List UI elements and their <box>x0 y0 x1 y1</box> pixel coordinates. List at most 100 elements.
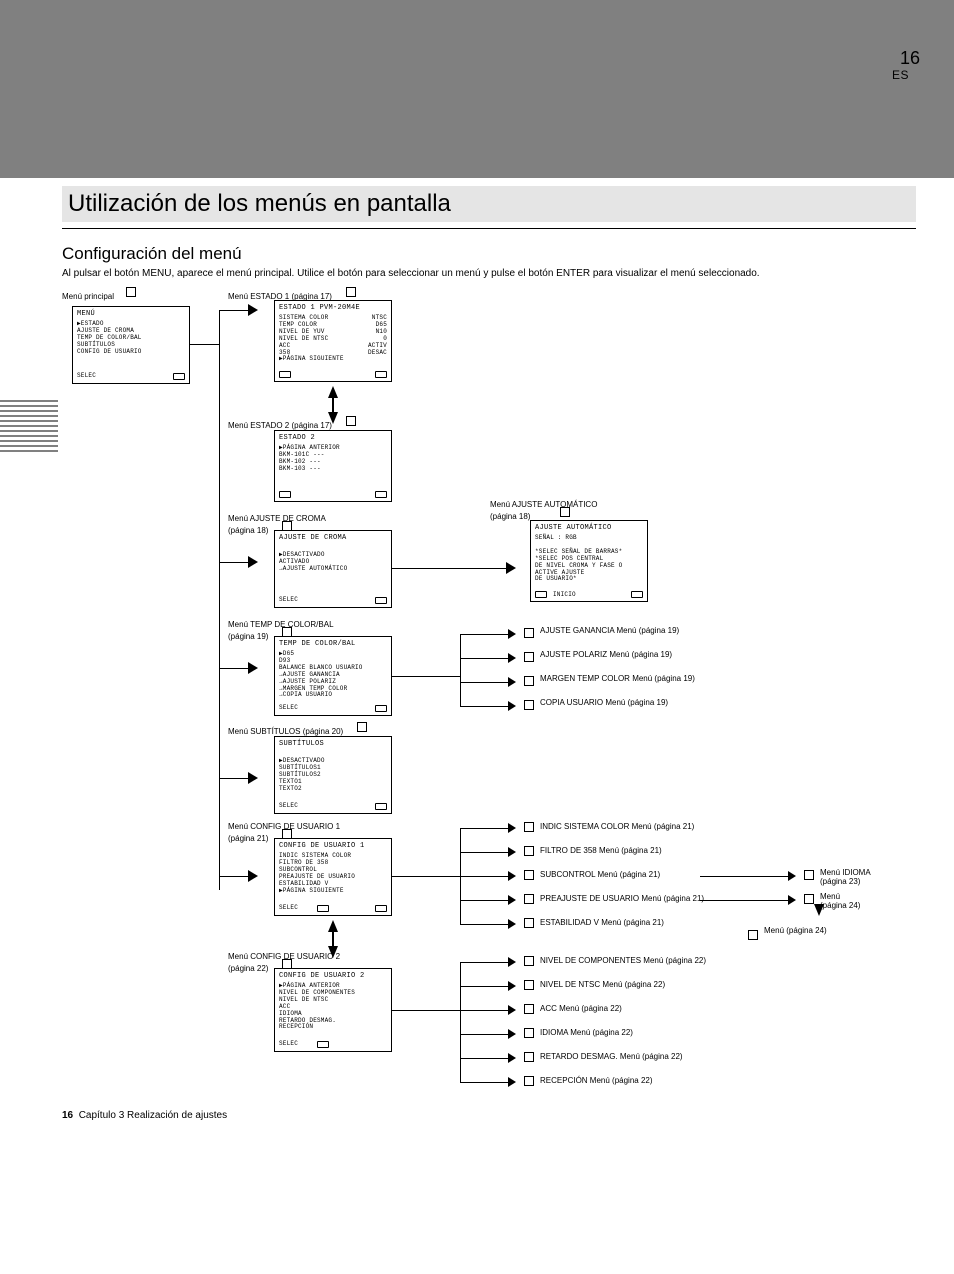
connector <box>460 1082 510 1083</box>
screenshot-temp: TEMP DE COLOR/BAL ▶D65 D93 BALANCE BLANC… <box>274 636 392 716</box>
connector <box>460 1058 510 1059</box>
arrow-icon <box>508 629 516 639</box>
square-icon <box>524 1028 534 1038</box>
connector <box>460 962 510 963</box>
cu2-branch: NIVEL DE NTSC Menú (página 22) <box>540 980 665 989</box>
arrow-icon <box>508 701 516 711</box>
label-s2: Menú ESTADO 2 (página 17) <box>228 418 428 430</box>
arrow-icon <box>508 847 516 857</box>
connector <box>219 778 250 779</box>
square-icon <box>524 980 534 990</box>
screenshot-s1: ESTADO 1 PVM-20M4E SISTEMA COLORNTSC TEM… <box>274 300 392 382</box>
screenshot-chroma: AJUSTE DE CROMA ▶DESACTIVADO ACTIVADO →A… <box>274 530 392 608</box>
arrow-icon <box>248 662 258 674</box>
cu2-branch: RETARDO DESMAG. Menú (página 22) <box>540 1052 683 1061</box>
lang-branch: Menú IDIOMA(página 23) <box>820 868 871 886</box>
connector <box>460 900 510 901</box>
label-aa: Menú AJUSTE AUTOMÁTICO(página 18) <box>490 500 710 521</box>
screenshot-sub: SUBTÍTULOS ▶DESACTIVADO SUBTÍTULOS1 SUBT… <box>274 736 392 814</box>
connector <box>190 344 219 345</box>
connector <box>219 562 250 563</box>
arrow-icon <box>508 1029 516 1039</box>
connector <box>460 682 510 683</box>
title-rule <box>62 228 916 229</box>
screenshot-cu2: CONFIG DE USUARIO 2 ▶PÁGINA ANTERIOR NIV… <box>274 968 392 1052</box>
connector <box>219 310 250 311</box>
connector <box>460 1034 510 1035</box>
cu1-branch: FILTRO DE 358 Menú (página 21) <box>540 846 662 855</box>
arrow-icon <box>248 870 258 882</box>
arrow-icon <box>248 556 258 568</box>
temp-branch-label: AJUSTE POLARIZ Menú (página 19) <box>540 650 672 659</box>
arrow-icon <box>506 562 516 574</box>
connector <box>460 828 510 829</box>
square-icon <box>524 918 534 928</box>
square-icon <box>524 628 534 638</box>
arrow-down-icon <box>814 904 824 916</box>
arrow-icon <box>508 895 516 905</box>
connector <box>219 876 250 877</box>
square-icon <box>524 676 534 686</box>
screenshot-s2: ESTADO 2 ▶PÁGINA ANTERIOR BKM-101C --- B… <box>274 430 392 502</box>
connector <box>392 876 460 877</box>
connector <box>392 568 508 569</box>
arrow-icon <box>248 304 258 316</box>
arrow-icon <box>508 919 516 929</box>
connector <box>460 706 510 707</box>
connector <box>460 924 510 925</box>
cu1-branch: INDIC SISTEMA COLOR Menú (página 21) <box>540 822 694 831</box>
connector <box>460 634 510 635</box>
cu1-branch: SUBCONTROL Menú (página 21) <box>540 870 660 879</box>
arrow-icon <box>788 871 796 881</box>
connector <box>460 1010 510 1011</box>
remote-branch: Menú (página 24) <box>764 926 827 935</box>
connector <box>460 852 510 853</box>
square-icon <box>524 700 534 710</box>
arrow-icon <box>508 871 516 881</box>
connector <box>460 986 510 987</box>
connector <box>700 876 790 877</box>
temp-branch-label: AJUSTE GANANCIA Menú (página 19) <box>540 626 679 635</box>
arrow-icon <box>508 823 516 833</box>
cu2-branch: IDIOMA Menú (página 22) <box>540 1028 633 1037</box>
square-icon <box>524 870 534 880</box>
cu1-branch: ESTABILIDAD V Menú (página 21) <box>540 918 664 927</box>
arrow-icon <box>508 653 516 663</box>
arrow-icon <box>508 1053 516 1063</box>
square-icon <box>804 870 814 880</box>
screenshot-main: MENÚ ▶ESTADO AJUSTE DE CROMA TEMP DE COL… <box>72 306 190 384</box>
arrow-icon <box>788 895 796 905</box>
temp-branch-label: COPIA USUARIO Menú (página 19) <box>540 698 668 707</box>
connector <box>700 900 790 901</box>
square-icon <box>524 846 534 856</box>
connector <box>460 876 510 877</box>
square-icon <box>524 652 534 662</box>
page-number: 16 <box>900 48 920 69</box>
square-icon <box>524 956 534 966</box>
connector <box>460 634 461 706</box>
page-title: Utilización de los menús en pantalla <box>68 190 451 218</box>
temp-branch-label: MARGEN TEMP COLOR Menú (página 19) <box>540 674 695 683</box>
label-sub: Menú SUBTÍTULOS (página 20) <box>228 724 428 736</box>
subtitle: Configuración del menú <box>62 244 242 264</box>
connector <box>392 1010 460 1011</box>
screenshot-aa: AJUSTE AUTOMÁTICO SEÑAL : RGB *SELEC SEÑ… <box>530 520 648 602</box>
cu1-branch: PREAJUSTE DE USUARIO Menú (página 21) <box>540 894 704 903</box>
screenshot-cu1: CONFIG DE USUARIO 1 INDIC SISTEMA COLOR … <box>274 838 392 916</box>
chapter-footer: 16 Capítulo 3 Realización de ajustes <box>62 1110 227 1121</box>
square-icon <box>524 1076 534 1086</box>
connector <box>219 310 220 890</box>
arrow-icon <box>508 677 516 687</box>
cu2-branch: NIVEL DE COMPONENTES Menú (página 22) <box>540 956 706 965</box>
square-icon <box>804 894 814 904</box>
connector <box>460 962 461 1082</box>
square-icon <box>524 822 534 832</box>
cu2-branch: ACC Menú (página 22) <box>540 1004 622 1013</box>
language-tab: ES <box>892 68 909 82</box>
beep-branch: Menú(página 24) <box>820 892 860 910</box>
square-icon <box>524 1004 534 1014</box>
square-icon <box>524 894 534 904</box>
arrow-icon <box>508 981 516 991</box>
square-icon <box>524 1052 534 1062</box>
sidebar-lines <box>0 400 58 455</box>
